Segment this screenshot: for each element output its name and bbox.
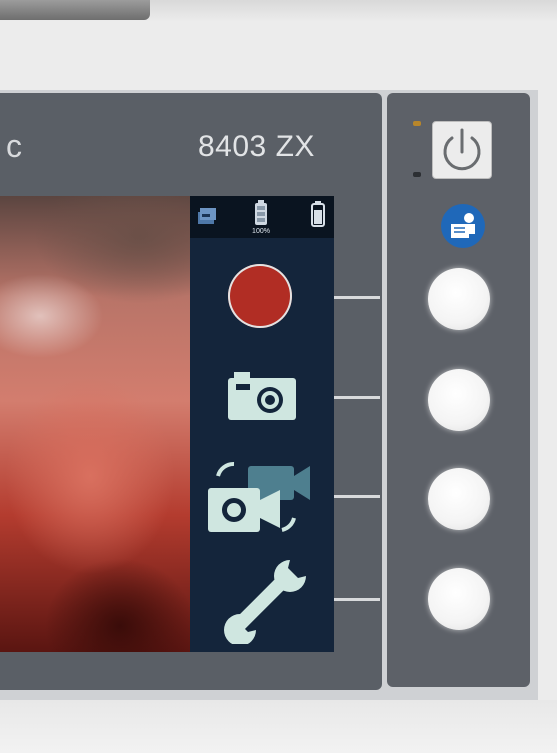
status-led (413, 172, 421, 177)
softkey-connector-1 (334, 296, 380, 299)
device-top-edge (0, 0, 557, 22)
help-manual-button[interactable] (441, 204, 485, 248)
battery-icon (311, 201, 325, 227)
device-bottom-edge (0, 700, 557, 753)
record-button[interactable] (228, 264, 292, 328)
wrench-icon[interactable] (220, 556, 310, 644)
switch-camera-mode-icon[interactable] (204, 458, 314, 538)
softkey-button-4[interactable] (428, 568, 490, 630)
softkey-button-2[interactable] (428, 369, 490, 431)
storage-icon (198, 208, 216, 224)
device-top-latch (0, 0, 150, 20)
model-label: 8403 ZX (198, 130, 315, 163)
power-led (413, 121, 421, 126)
endoscope-video-feed (0, 196, 190, 652)
softkey-connector-2 (334, 396, 380, 399)
help-manual-icon (451, 213, 475, 238)
power-button[interactable] (432, 121, 492, 179)
softkey-button-3[interactable] (428, 468, 490, 530)
camera-icon[interactable] (226, 370, 298, 422)
power-icon (443, 128, 481, 171)
battery-indicator-icon (255, 200, 267, 225)
softkey-button-1[interactable] (428, 268, 490, 330)
softkey-connector-3 (334, 495, 380, 498)
softkey-connector-4 (334, 598, 380, 601)
battery-level-label: 100% (252, 228, 270, 235)
brand-label: c (6, 128, 22, 164)
